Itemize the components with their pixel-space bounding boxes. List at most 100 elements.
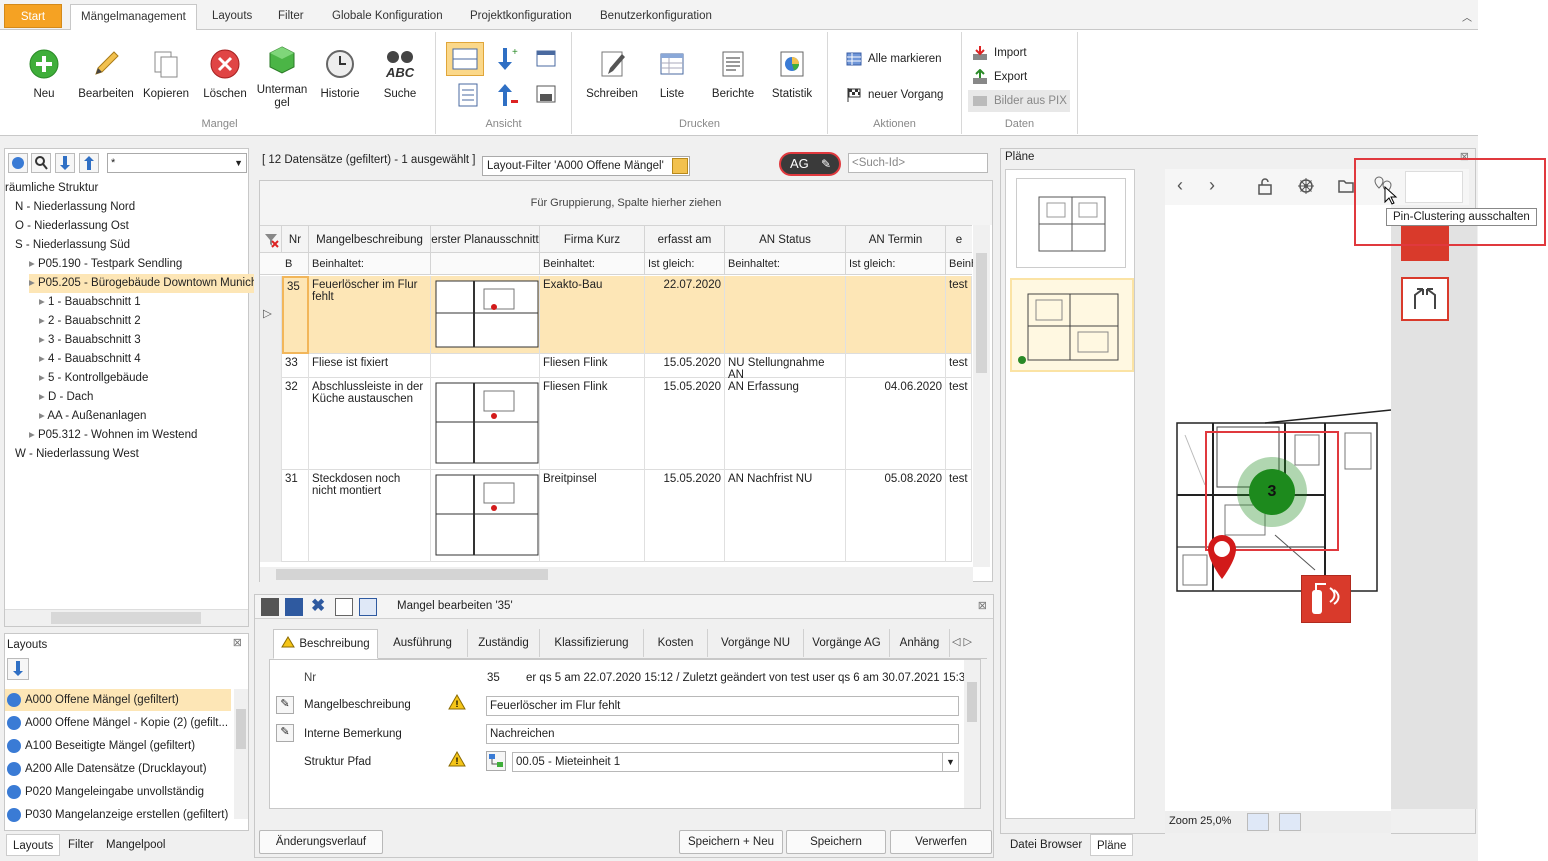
save-close-icon[interactable]: [285, 598, 303, 616]
filter-erfasst[interactable]: Ist gleich:: [645, 253, 725, 275]
collapse-ribbon-icon[interactable]: ︿: [1462, 9, 1472, 24]
layout-item[interactable]: A100 Beseitigte Mängel (gefiltert): [5, 735, 231, 757]
tab-layouts[interactable]: Layouts: [202, 4, 262, 30]
tree-filter-combo[interactable]: * ▼: [107, 153, 247, 173]
expand-arrow-icon[interactable]: ▸: [29, 277, 38, 289]
tab-projektkonfiguration[interactable]: Projektkonfiguration: [460, 4, 582, 30]
table-row[interactable]: 32 Abschlussleiste in der Küche austausch…: [260, 378, 972, 470]
search-id-input[interactable]: <Such-Id>: [848, 153, 988, 173]
tree-horizontal-scrollbar[interactable]: [5, 609, 248, 626]
tab-start[interactable]: Start: [4, 4, 62, 28]
tab-filter[interactable]: Filter: [268, 4, 314, 30]
speichern-neu-button[interactable]: Speichern + Neu: [679, 830, 783, 854]
save-icon[interactable]: [261, 598, 279, 616]
tree-node[interactable]: ▸ D - Dach: [39, 388, 93, 407]
layout-item[interactable]: P030 Mangelanzeige erstellen (gefiltert): [5, 804, 231, 826]
table-row[interactable]: ▷ 35 Feuerlöscher im Flur fehlt Exakto-Bau 2…: [260, 276, 972, 354]
refresh-icon[interactable]: [8, 153, 28, 173]
speichern-button[interactable]: Speichern: [786, 830, 886, 854]
neuer-vorgang-button[interactable]: neuer Vorgang: [846, 84, 943, 106]
tab-layouts-bottom[interactable]: Layouts: [6, 834, 61, 856]
window-export-icon[interactable]: [534, 46, 558, 73]
save-window-icon[interactable]: [534, 82, 558, 109]
col-erster-planausschnitt[interactable]: erster Planausschnitt: [431, 226, 540, 254]
liste-button[interactable]: Liste: [644, 46, 700, 100]
filter-e[interactable]: Beinh: [946, 253, 977, 275]
exit-arrows-symbol-icon[interactable]: [1401, 277, 1449, 321]
filter-firma[interactable]: Beinhaltet:: [540, 253, 645, 275]
tree-node[interactable]: W - Niederlassung West: [15, 445, 139, 464]
detail-tab[interactable]: Zuständig: [468, 629, 540, 657]
collapse-all-icon[interactable]: [79, 153, 99, 173]
list-view-icon[interactable]: [456, 82, 480, 111]
tree-node[interactable]: O - Niederlassung Ost: [15, 217, 129, 236]
tree-node[interactable]: ▸ 1 - Bauabschnitt 1: [39, 293, 141, 312]
expand-arrow-icon[interactable]: ▸: [39, 391, 48, 403]
detail-tab[interactable]: Kosten: [644, 629, 708, 657]
search-icon[interactable]: [31, 153, 51, 173]
tree-node[interactable]: ▸ P05.190 - Testpark Sendling: [29, 255, 182, 274]
tree-node[interactable]: ▸ 3 - Bauabschnitt 3: [39, 331, 141, 350]
pin-icon[interactable]: ⊠: [233, 636, 242, 649]
discard-icon[interactable]: ✖: [311, 596, 325, 616]
grid-vertical-scrollbar[interactable]: [973, 225, 990, 567]
col-e[interactable]: e: [946, 226, 972, 254]
layout-item[interactable]: A000 Offene Mängel (gefiltert): [5, 689, 231, 711]
tab-benutzerkonfiguration[interactable]: Benutzerkonfiguration: [590, 4, 722, 30]
move-up-icon[interactable]: [494, 82, 520, 111]
ag-badge[interactable]: AG ✎: [779, 152, 841, 176]
statistik-button[interactable]: Statistik: [764, 46, 820, 100]
col-firma-kurz[interactable]: Firma Kurz: [540, 226, 645, 254]
interne-bemerkung-input[interactable]: Nachreichen: [486, 724, 959, 744]
col-an-termin[interactable]: AN Termin: [846, 226, 946, 254]
lock-icon[interactable]: [1257, 177, 1273, 198]
clear-filter-icon[interactable]: [260, 226, 282, 254]
tree-node[interactable]: ▸ 2 - Bauabschnitt 2: [39, 312, 141, 331]
suche-button[interactable]: ABC Suche: [372, 46, 428, 100]
fit-to-screen-icon[interactable]: [1247, 813, 1269, 831]
detail-tab[interactable]: Beschreibung: [273, 629, 378, 659]
tab-scroll-arrows-icon[interactable]: ◁ ▷: [952, 635, 972, 648]
detail-tab[interactable]: Vorgänge NU: [708, 629, 804, 657]
zoom-icon[interactable]: [1279, 813, 1301, 831]
layout-sort-icon[interactable]: [7, 658, 29, 680]
mangelbeschreibung-input[interactable]: Feuerlöscher im Flur fehlt: [486, 696, 959, 716]
berichte-button[interactable]: Berichte: [705, 46, 761, 100]
scroll-thumb[interactable]: [51, 612, 201, 624]
filter-mangelbeschreibung[interactable]: Beinhaltet:: [309, 253, 431, 275]
layout-item[interactable]: A200 Alle Datensätze (Drucklayout): [5, 758, 231, 780]
neu-button[interactable]: Neu: [16, 46, 72, 100]
expand-all-icon[interactable]: [55, 153, 75, 173]
prev-arrow-icon[interactable]: ‹: [1177, 175, 1183, 196]
detail-scrollbar[interactable]: [964, 660, 980, 808]
structure-tree-icon[interactable]: [486, 751, 506, 771]
filter-nr[interactable]: B: [282, 253, 309, 275]
table-row[interactable]: 31 Steckdosen noch nicht montiert Breitpin…: [260, 470, 972, 562]
detail-tab[interactable]: Klassifizierung: [540, 629, 644, 657]
window-icon[interactable]: [335, 598, 353, 616]
tab-globale-konfiguration[interactable]: Globale Konfiguration: [322, 4, 453, 30]
tab-datei-browser[interactable]: Datei Browser: [1004, 834, 1088, 856]
tree-node[interactable]: ▸ P05.312 - Wohnen im Westend: [29, 426, 197, 445]
tree-node[interactable]: ▸ AA - Außenanlagen: [39, 407, 146, 426]
expand-arrow-icon[interactable]: ▸: [29, 258, 38, 270]
expand-arrow-icon[interactable]: ▸: [29, 429, 38, 441]
tree-node[interactable]: ▸ 5 - Kontrollgebäude: [39, 369, 148, 388]
aenderungsverlauf-button[interactable]: Änderungsverlauf: [259, 830, 383, 854]
struktur-pfad-select[interactable]: 00.05 - Mieteinheit 1 ▼: [512, 752, 959, 772]
tree-node[interactable]: ▸ P05.205 - Bürogebäude Downtown Munich: [29, 274, 265, 293]
bilder-aus-pix-button[interactable]: Bilder aus PIX: [968, 90, 1070, 112]
filter-edit-icon[interactable]: [672, 158, 688, 174]
filter-termin[interactable]: Ist gleich:: [846, 253, 946, 275]
expand-arrow-icon[interactable]: ▸: [39, 315, 48, 327]
col-an-status[interactable]: AN Status: [725, 226, 846, 254]
chevron-down-icon[interactable]: ▼: [942, 753, 958, 771]
col-erfasst-am[interactable]: erfasst am: [645, 226, 725, 254]
table-row[interactable]: 33 Fliese ist fixiert Fliesen Flink 15.05.2…: [260, 354, 972, 378]
historie-button[interactable]: Historie: [312, 46, 368, 100]
layout-item[interactable]: P020 Mangeleingabe unvollständig: [5, 781, 231, 803]
bearbeiten-button[interactable]: Bearbeiten: [78, 46, 134, 100]
open-folder-icon[interactable]: [1337, 177, 1355, 198]
kopieren-button[interactable]: Kopieren: [138, 46, 194, 100]
edit-remark-icon[interactable]: ✎: [276, 724, 294, 742]
